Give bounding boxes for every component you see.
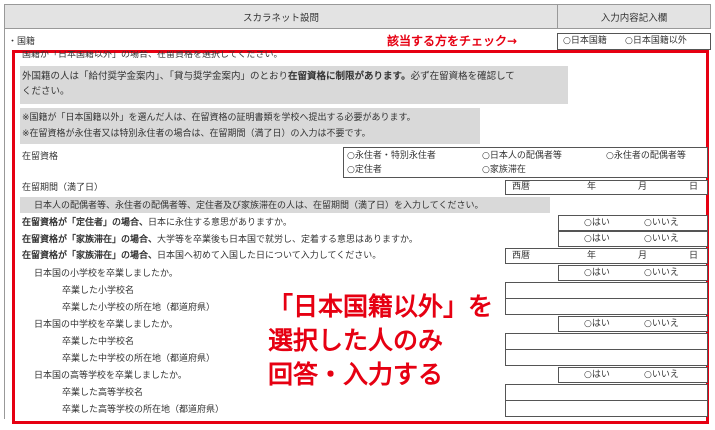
middle-name-label: 卒業した中学校名 xyxy=(62,337,135,347)
status-option-permanent[interactable]: ○永住者・特別永住者 xyxy=(347,150,436,162)
high-yesno-box xyxy=(558,367,708,383)
question-long-term-bold: 在留資格が「定住者」の場合、 xyxy=(22,218,149,228)
elementary-location-input[interactable] xyxy=(505,298,708,315)
middle-question: 日本国の中学校を卒業しましたか。 xyxy=(34,320,178,330)
callout-line3: 回答・入力する xyxy=(268,360,444,389)
middle-no[interactable]: ○いいえ xyxy=(644,318,679,330)
elementary-location-label: 卒業した小学校の所在地（都道府県） xyxy=(62,303,216,313)
high-name-input[interactable] xyxy=(505,384,708,401)
nationality-option-non-japanese[interactable]: ○日本国籍以外 xyxy=(625,35,687,47)
check-instruction: 該当する方をチェック→ xyxy=(387,34,518,48)
dependent-yes[interactable]: ○はい xyxy=(584,233,610,245)
dependent-no[interactable]: ○いいえ xyxy=(644,233,679,245)
restriction-note-text-c: 必ず在留資格を確認して xyxy=(410,71,515,82)
status-option-spouse-of-permanent[interactable]: ○永住者の配偶者等 xyxy=(606,150,686,162)
document-note-line1: ※国籍が「日本国籍以外」を選んだ人は、在留資格の証明書類を学校へ提出する必要があ… xyxy=(22,113,416,123)
long-term-no[interactable]: ○いいえ xyxy=(644,217,679,229)
middle-name-input[interactable] xyxy=(505,333,708,350)
status-option-dependent[interactable]: ○家族滞在 xyxy=(482,164,526,176)
high-yes[interactable]: ○はい xyxy=(584,369,610,381)
high-question: 日本国の高等学校を卒業しましたか。 xyxy=(34,371,187,381)
restriction-note-text-b: 在留資格に制限があります。 xyxy=(288,71,411,82)
elementary-yes[interactable]: ○はい xyxy=(584,267,610,279)
middle-location-label: 卒業した中学校の所在地（都道府県） xyxy=(62,354,216,364)
date-era-label: 西暦 xyxy=(512,182,531,192)
long-term-yesno-box xyxy=(558,215,708,231)
long-term-yes[interactable]: ○はい xyxy=(584,217,610,229)
entry-date-box[interactable] xyxy=(505,248,708,264)
date-year-label: 年 xyxy=(587,182,597,192)
entry-year-label: 年 xyxy=(587,251,597,261)
high-location-label: 卒業した高等学校の所在地（都道府県） xyxy=(62,405,225,415)
elementary-no[interactable]: ○いいえ xyxy=(644,267,679,279)
entry-month-label: 月 xyxy=(638,251,648,261)
non-japanese-callout: 「日本国籍以外」を 選択した人のみ 回答・入力する xyxy=(268,290,494,392)
restriction-note-line2: ください。 xyxy=(22,86,70,97)
entry-day-label: 日 xyxy=(689,251,699,261)
question-entry-bold: 在留資格が「家族滞在」の場合、 xyxy=(22,251,158,261)
question-dependent-bold: 在留資格が「家族滞在」の場合、 xyxy=(22,235,158,245)
middle-location-input[interactable] xyxy=(505,349,708,366)
date-month-label: 月 xyxy=(638,182,648,192)
question-entry-date: 在留資格が「家族滞在」の場合、日本国へ初めて入国した日について入力してください。 xyxy=(22,250,381,262)
question-long-term-text: 日本に永住する意思がありますか。 xyxy=(148,218,292,228)
high-location-input[interactable] xyxy=(505,400,708,417)
nationality-label: ・国籍 xyxy=(8,37,36,47)
question-entry-text: 日本国へ初めて入国した日について入力してください。 xyxy=(157,251,382,261)
answers-column-title: 入力内容記入欄 xyxy=(600,12,668,24)
residence-note-cutoff: 国籍が「日本国籍以外」の場合、在留資格を選択してください。 xyxy=(22,51,283,59)
date-day-label: 日 xyxy=(689,182,699,192)
entry-era-label: 西暦 xyxy=(512,251,531,261)
nationality-option-japanese[interactable]: ○日本国籍 xyxy=(563,35,607,47)
document-note-line2: ※在留資格が永住者又は特別永住者の場合は、在留期間（満了日）の入力は不要です。 xyxy=(22,129,371,139)
residence-status-label: 在留資格 xyxy=(22,152,59,162)
question-long-term-intent: 在留資格が「定住者」の場合、日本に永住する意思がありますか。 xyxy=(22,217,292,229)
residence-period-label: 在留期間（満了日） xyxy=(22,183,104,193)
questions-column-header: スカラネット設問 xyxy=(4,4,558,29)
middle-yesno-box xyxy=(558,316,708,332)
page-left-border xyxy=(4,29,5,419)
restriction-note-text-a: 外国籍の人は「給付奨学金案内」、「貸与奨学金案内」のとおり xyxy=(22,71,289,82)
status-option-spouse-of-japanese[interactable]: ○日本人の配偶者等 xyxy=(482,150,562,162)
period-note-text: 日本人の配偶者等、永住者の配偶者等、定住者及び家族滞在の人は、在留期間（満了日）… xyxy=(34,201,484,211)
high-name-label: 卒業した高等学校名 xyxy=(62,388,144,398)
elementary-name-label: 卒業した小学校名 xyxy=(62,286,135,296)
dependent-yesno-box xyxy=(558,231,708,247)
high-no[interactable]: ○いいえ xyxy=(644,369,679,381)
elementary-name-input[interactable] xyxy=(505,282,708,299)
residence-period-date-box[interactable] xyxy=(505,180,708,195)
status-option-long-term[interactable]: ○定住者 xyxy=(347,164,382,176)
elementary-question: 日本国の小学校を卒業しましたか。 xyxy=(34,269,178,279)
answers-column-header: 入力内容記入欄 xyxy=(557,4,711,29)
elementary-yesno-box xyxy=(558,265,708,281)
question-dependent-employment: 在留資格が「家族滞在」の場合、大学等を卒業後も日本国で就労し、定着する意思はあり… xyxy=(22,234,418,246)
callout-line2: 選択した人のみ xyxy=(268,326,444,355)
callout-line1: 「日本国籍以外」を xyxy=(268,292,494,321)
middle-yes[interactable]: ○はい xyxy=(584,318,610,330)
restriction-note-line1: 外国籍の人は「給付奨学金案内」、「貸与奨学金案内」のとおり在留資格に制限がありま… xyxy=(22,71,515,83)
question-dependent-text: 大学等を卒業後も日本国で就労し、定着する意思はありますか。 xyxy=(157,235,418,245)
questions-column-title: スカラネット設問 xyxy=(242,12,319,24)
